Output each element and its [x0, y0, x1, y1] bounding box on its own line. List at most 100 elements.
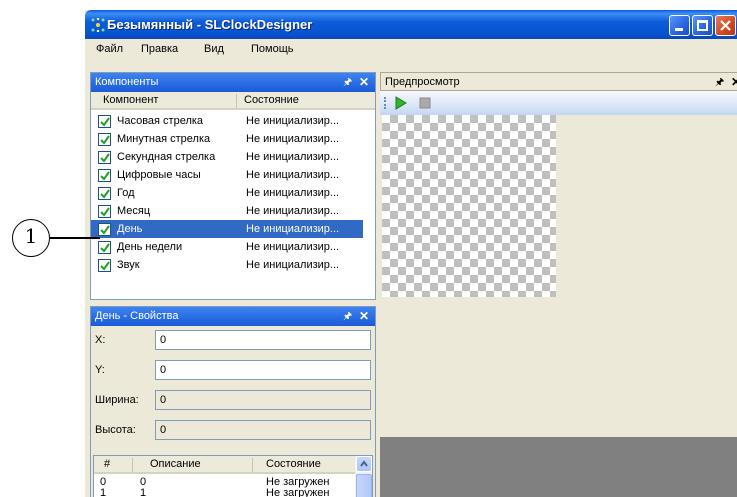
app-icon: [91, 17, 105, 33]
field-y-input[interactable]: 0: [155, 360, 371, 380]
frames-list: # Описание Состояние 0 0 Не загружен 1 1…: [93, 455, 373, 497]
checkbox-icon[interactable]: [98, 169, 111, 182]
properties-pane-title-text: День - Свойства: [95, 310, 179, 322]
frame-desc: 1: [140, 487, 147, 497]
play-icon[interactable]: [394, 96, 408, 110]
close-icon: [720, 20, 731, 31]
status-area: [380, 437, 737, 497]
field-width-label: Ширина:: [95, 394, 139, 406]
menu-edit[interactable]: Правка: [141, 43, 178, 55]
list-item[interactable]: Секундная стрелка Не инициализир...: [91, 148, 363, 166]
pin-icon[interactable]: 🖈: [715, 73, 724, 92]
maximize-button[interactable]: [692, 15, 713, 36]
checkbox-icon[interactable]: [98, 133, 111, 146]
list-item[interactable]: День недели Не инициализир...: [91, 238, 363, 256]
preview-pane-title: Предпросмотр 🖈 ✕: [380, 72, 737, 91]
frame-state: Не загружен: [266, 487, 330, 497]
stop-icon[interactable]: [418, 96, 432, 110]
checkbox-icon[interactable]: [98, 115, 111, 128]
column-num[interactable]: #: [104, 458, 110, 470]
list-item[interactable]: Звук Не инициализир...: [91, 256, 363, 274]
component-name: Месяц: [117, 205, 151, 217]
close-icon[interactable]: ✕: [359, 307, 369, 326]
scroll-thumb[interactable]: [356, 474, 372, 497]
callout-number: 1: [24, 224, 38, 248]
list-item[interactable]: Месяц Не инициализир...: [91, 202, 363, 220]
components-pane: Компоненты 🖈 ✕ Компонент Состояние Часов…: [90, 72, 376, 300]
component-name: Цифровые часы: [117, 169, 201, 181]
component-name: Часовая стрелка: [117, 115, 204, 127]
close-icon[interactable]: ✕: [731, 73, 737, 92]
column-state[interactable]: Состояние: [244, 94, 299, 106]
callout-marker: 1: [12, 219, 50, 257]
component-state: Не инициализир...: [246, 151, 340, 163]
close-icon[interactable]: ✕: [359, 73, 369, 92]
pin-icon[interactable]: 🖈: [343, 307, 352, 326]
preview-pane-title-text: Предпросмотр: [385, 76, 460, 88]
menu-help[interactable]: Помощь: [251, 43, 294, 55]
title-bar[interactable]: Безымянный - SLClockDesigner: [85, 10, 737, 39]
toolbar-grip: [384, 97, 386, 109]
checkbox-icon[interactable]: [98, 223, 111, 236]
pin-icon[interactable]: 🖈: [343, 73, 352, 92]
checkbox-icon[interactable]: [98, 205, 111, 218]
field-x-label: X:: [95, 334, 106, 346]
list-item[interactable]: Часовая стрелка Не инициализир...: [91, 112, 363, 130]
component-state: Не инициализир...: [246, 169, 340, 181]
frames-scrollbar[interactable]: [355, 456, 372, 497]
callout-line: [50, 237, 100, 239]
checkbox-icon[interactable]: [98, 187, 111, 200]
checkbox-icon[interactable]: [98, 151, 111, 164]
list-item[interactable]: Минутная стрелка Не инициализир...: [91, 130, 363, 148]
components-pane-title: Компоненты 🖈 ✕: [91, 73, 375, 92]
list-item[interactable]: День Не инициализир...: [91, 220, 363, 238]
close-button[interactable]: [715, 15, 736, 36]
component-name: Год: [117, 187, 135, 199]
column-separator[interactable]: [252, 458, 253, 472]
chevron-up-icon: [360, 460, 368, 467]
menu-bar: Файл Правка Вид Помощь: [85, 39, 737, 61]
component-state: Не инициализир...: [246, 115, 340, 127]
component-name: Секундная стрелка: [117, 151, 216, 163]
component-name: Звук: [117, 259, 140, 271]
field-x-input[interactable]: 0: [155, 330, 371, 350]
component-name: День: [117, 223, 143, 235]
frame-num: 1: [100, 487, 107, 497]
list-item[interactable]: Цифровые часы Не инициализир...: [91, 166, 363, 184]
component-state: Не инициализир...: [246, 259, 340, 271]
component-name: Минутная стрелка: [117, 133, 211, 145]
app-window: Безымянный - SLClockDesigner Файл Правка…: [85, 10, 737, 497]
list-item[interactable]: Год Не инициализир...: [91, 184, 363, 202]
menu-view[interactable]: Вид: [204, 43, 224, 55]
component-state: Не инициализир...: [246, 241, 340, 253]
component-state: Не инициализир...: [246, 223, 340, 235]
field-y-label: Y:: [95, 364, 105, 376]
minimize-icon: [675, 28, 683, 31]
frames-list-header: # Описание Состояние: [94, 456, 358, 474]
field-width-input: 0: [155, 390, 371, 410]
component-state: Не инициализир...: [246, 205, 340, 217]
component-state: Не инициализир...: [246, 187, 340, 199]
window-title: Безымянный - SLClockDesigner: [107, 17, 313, 32]
preview-canvas[interactable]: [382, 115, 556, 297]
properties-pane: День - Свойства 🖈 ✕ X: 0 Y: 0 Ширина: 0 …: [90, 306, 376, 497]
column-component[interactable]: Компонент: [103, 94, 158, 106]
table-row[interactable]: 1 1 Не загружен: [94, 487, 358, 497]
checkbox-icon[interactable]: [98, 241, 111, 254]
field-height-input: 0: [155, 420, 371, 440]
components-pane-title-text: Компоненты: [95, 76, 159, 88]
preview-pane: Предпросмотр 🖈 ✕: [380, 72, 737, 497]
minimize-button[interactable]: [669, 15, 690, 36]
component-name: День недели: [117, 241, 183, 253]
menu-file[interactable]: Файл: [96, 43, 123, 55]
column-description[interactable]: Описание: [150, 458, 201, 470]
column-separator[interactable]: [236, 94, 237, 108]
preview-toolbar: [380, 91, 737, 115]
column-separator[interactable]: [132, 458, 133, 472]
checkbox-icon[interactable]: [98, 259, 111, 272]
column-state[interactable]: Состояние: [266, 458, 321, 470]
properties-pane-title: День - Свойства 🖈 ✕: [91, 307, 375, 326]
maximize-icon: [697, 20, 708, 31]
scroll-up-button[interactable]: [356, 456, 372, 472]
component-state: Не инициализир...: [246, 133, 340, 145]
